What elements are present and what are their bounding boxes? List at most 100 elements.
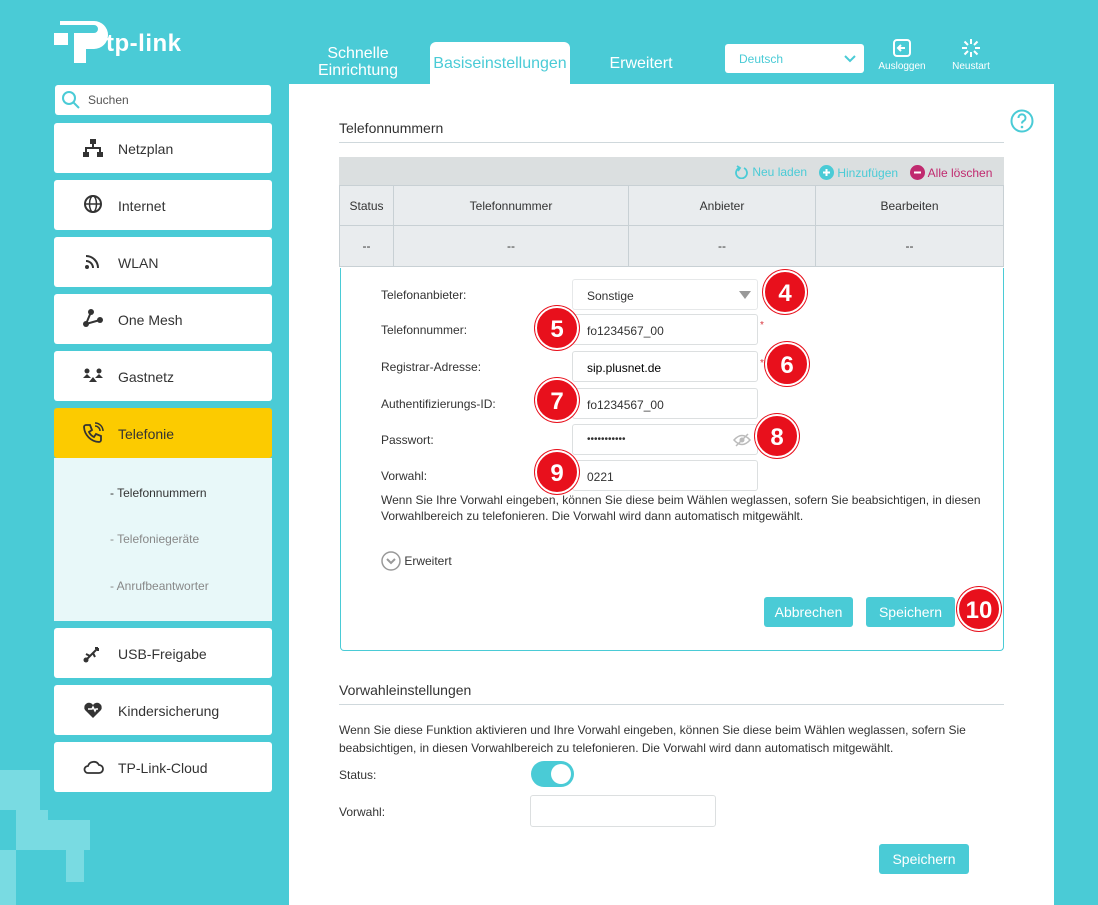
provider-select[interactable]: Sonstige [572, 279, 758, 310]
status-toggle[interactable] [531, 761, 574, 787]
annotation-badge: 7 [535, 378, 579, 422]
column-header: Status [340, 186, 394, 225]
guests-icon [83, 368, 103, 382]
annotation-badge: 8 [755, 414, 799, 458]
add-button[interactable]: Hinzufügen [819, 165, 898, 180]
telefonie-submenu: - Telefonnummern - Telefoniegeräte - Anr… [54, 458, 272, 621]
annotation-badge: 6 [765, 342, 809, 386]
restart-button[interactable]: Neustart [941, 37, 1001, 72]
help-icon[interactable] [1010, 109, 1034, 133]
sidebar-item-tp-link-cloud[interactable]: TP-Link-Cloud [54, 742, 272, 792]
cloud-icon [83, 760, 104, 774]
provider-value: Sonstige [587, 289, 634, 303]
delete-all-button[interactable]: Alle löschen [910, 165, 992, 180]
globe-icon [84, 195, 102, 213]
submenu-item-anrufbeantworter[interactable]: - Anrufbeantworter [110, 579, 209, 593]
tab-quick-setup-line1: Schnelle [327, 45, 389, 62]
number-label: Telefonnummer: [381, 323, 468, 337]
sidebar-item-usb-freigabe[interactable]: USB-Freigabe [54, 628, 272, 678]
annotation-badge: 5 [535, 306, 579, 350]
table-cell: -- [340, 226, 394, 266]
prefix-note: Wenn Sie Ihre Vorwahl eingeben, können S… [381, 493, 981, 523]
minus-icon [910, 165, 925, 180]
phone-icon [83, 422, 104, 443]
sidebar-item-label: USB-Freigabe [118, 646, 207, 662]
sidebar-item-label: One Mesh [118, 312, 183, 328]
background-decoration [0, 770, 40, 810]
submenu-item-telefoniegeraete[interactable]: - Telefoniegeräte [110, 532, 199, 546]
tab-advanced[interactable]: Erweitert [600, 55, 682, 75]
auth-id-label: Authentifizierungs-ID: [381, 397, 496, 411]
prefix-input[interactable]: 0221 [572, 460, 758, 491]
sidebar-item-label: Internet [118, 198, 166, 214]
tab-basic-settings[interactable]: Basiseinstellungen [430, 42, 570, 84]
annotation-badge: 10 [957, 587, 1001, 631]
restart-label: Neustart [952, 61, 990, 72]
prefix-settings-note: Wenn Sie diese Funktion aktivieren und I… [339, 723, 966, 755]
background-decoration [66, 850, 84, 882]
prefix-save-button[interactable]: Speichern [879, 844, 969, 874]
sidebar-item-label: Netzplan [118, 141, 174, 157]
number-input[interactable]: fo1234567_00 [572, 314, 758, 345]
prefix-settings-label: Vorwahl: [339, 805, 386, 819]
logout-label: Ausloggen [878, 61, 926, 72]
sidebar-item-label: WLAN [118, 255, 159, 271]
add-icon [819, 165, 834, 180]
reload-icon [735, 165, 748, 180]
submenu-item-telefonnummern[interactable]: - Telefonnummern [110, 486, 207, 500]
search-input[interactable]: Suchen [55, 85, 271, 115]
registrar-label: Registrar-Adresse: [381, 360, 482, 374]
sidebar-item-label: Telefonie [118, 426, 175, 442]
section-title-telefonnummern: Telefonnummern [339, 120, 444, 136]
chevron-down-circle-icon [381, 551, 401, 571]
password-value: ••••••••••• [587, 434, 626, 445]
save-button[interactable]: Speichern [866, 597, 955, 627]
dropdown-arrow-icon [739, 291, 751, 299]
logout-icon [893, 39, 911, 57]
sidebar-item-gastnetz[interactable]: Gastnetz [54, 351, 272, 401]
registrar-input[interactable]: sip.plusnet.de [572, 351, 758, 382]
cancel-button[interactable]: Abbrechen [764, 597, 853, 627]
sidebar-item-netzplan[interactable]: Netzplan [54, 123, 272, 173]
tab-quick-setup[interactable]: Schnelle Einrichtung [310, 45, 406, 81]
reload-label: Neu laden [752, 165, 808, 179]
phone-numbers-table: Status Telefonnummer Anbieter Bearbeiten… [339, 185, 1004, 267]
number-value: fo1234567_00 [587, 324, 664, 338]
chevron-down-icon [844, 55, 856, 63]
table-cell: -- [629, 226, 816, 266]
advanced-label: Erweitert [404, 554, 452, 568]
required-mark: * [760, 358, 764, 369]
table-header: Status Telefonnummer Anbieter Bearbeiten [339, 185, 1004, 225]
prefix-settings-input[interactable] [530, 795, 716, 827]
language-value: Deutsch [739, 52, 784, 66]
sidebar-item-telefonie[interactable]: Telefonie [54, 408, 272, 458]
eye-off-icon[interactable] [733, 433, 751, 447]
language-select[interactable]: Deutsch [725, 44, 864, 73]
table-cell: -- [905, 239, 914, 253]
usb-icon [83, 647, 99, 663]
sidebar-item-internet[interactable]: Internet [54, 180, 272, 230]
advanced-toggle[interactable]: Erweitert [381, 551, 452, 571]
section-title-vorwahleinstellungen: Vorwahleinstellungen [339, 682, 472, 698]
heart-icon [84, 702, 102, 718]
sidebar-item-one-mesh[interactable]: One Mesh [54, 294, 272, 344]
logout-button[interactable]: Ausloggen [872, 37, 932, 72]
sidebar-item-label: TP-Link-Cloud [118, 760, 208, 776]
search-placeholder: Suchen [88, 93, 129, 107]
tab-quick-setup-line2: Einrichtung [317, 62, 399, 79]
status-label: Status: [339, 768, 377, 782]
provider-label: Telefonanbieter: [381, 288, 467, 302]
sidebar-item-kindersicherung[interactable]: Kindersicherung [54, 685, 272, 735]
password-label: Passwort: [381, 433, 434, 447]
divider [339, 142, 1004, 143]
required-mark: * [760, 320, 764, 331]
add-label: Hinzufügen [837, 166, 899, 180]
auth-id-input[interactable]: fo1234567_00 [572, 388, 758, 419]
sidebar-item-wlan[interactable]: WLAN [54, 237, 272, 287]
table-row[interactable]: -- -- -- -- [339, 225, 1004, 267]
wifi-icon [85, 255, 99, 269]
sidebar-item-label: Kindersicherung [118, 703, 220, 719]
reload-button[interactable]: Neu laden [735, 165, 808, 180]
auth-id-value: fo1234567_00 [587, 398, 664, 412]
password-input[interactable]: ••••••••••• [572, 424, 758, 455]
